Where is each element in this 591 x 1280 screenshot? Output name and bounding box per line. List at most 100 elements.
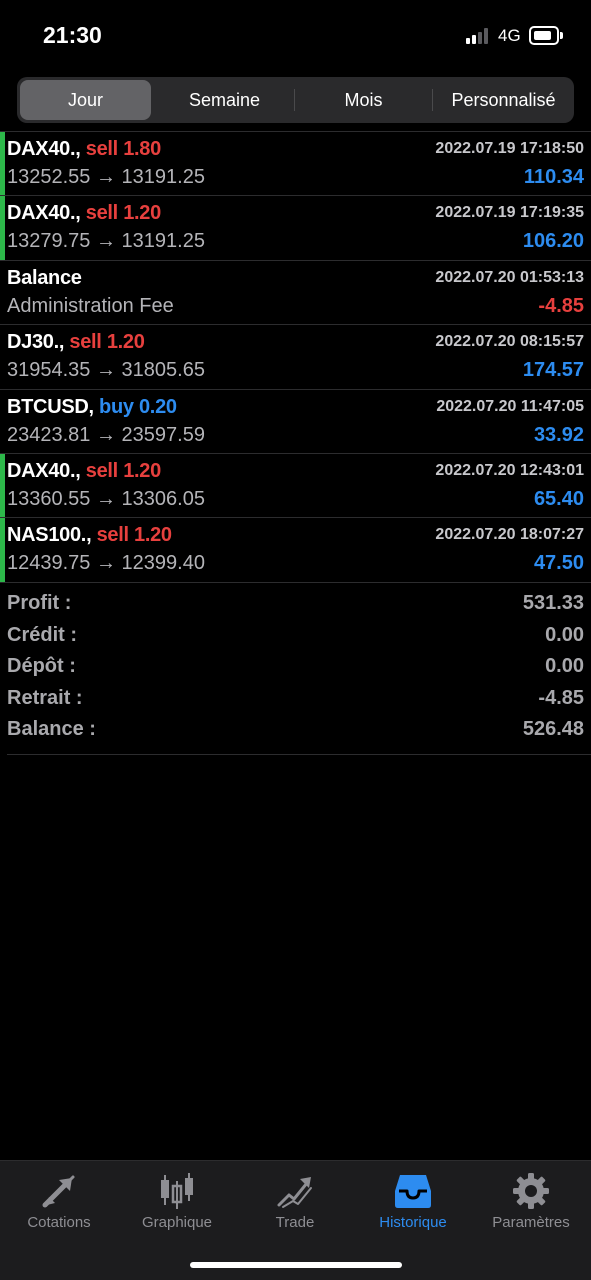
- deal-symbol-line: BTCUSD, buy 0.20: [7, 396, 177, 419]
- symbol-separator: ,: [75, 459, 86, 482]
- tab-cotations[interactable]: Cotations: [0, 1161, 118, 1241]
- deal-symbol-line: Balance: [7, 267, 82, 290]
- deal-symbol-line: DAX40., sell 1.20: [7, 202, 161, 225]
- tab-historique[interactable]: Historique: [354, 1161, 472, 1241]
- tab-personnalise[interactable]: Personnalisé: [436, 80, 571, 120]
- deal-row[interactable]: DAX40., sell 1.20 2022.07.20 12:43:01 1336…: [0, 453, 591, 519]
- deal-volume: 1.20: [123, 459, 161, 482]
- summary-value: -4.85: [538, 686, 584, 709]
- segment-divider: [294, 89, 295, 111]
- candlestick-chart-icon: [161, 1173, 193, 1209]
- deal-prices: 13252.55 → 13191.25: [7, 166, 205, 188]
- deal-symbol: Balance: [7, 266, 82, 289]
- deal-time: 2022.07.19 17:19:35: [435, 204, 584, 222]
- deal-profit: 110.34: [523, 166, 584, 188]
- battery-tip: [560, 32, 563, 39]
- deal-profit: 33.92: [533, 423, 584, 446]
- summary-label: Retrait :: [7, 686, 83, 709]
- app-screen: 21:30 4G Jour Semaine Mois Personnalisé …: [0, 0, 591, 1280]
- row-status-marker: [0, 453, 5, 518]
- deal-symbol: BTCUSD: [7, 395, 89, 418]
- deal-prices: 12439.75 → 12399.40: [7, 552, 205, 575]
- home-indicator[interactable]: [190, 1262, 402, 1268]
- tab-graphique[interactable]: Graphique: [118, 1161, 236, 1241]
- deal-volume: 0.20: [138, 395, 177, 418]
- status-bar: 21:30 4G: [0, 0, 591, 70]
- deal-type: buy: [99, 395, 134, 418]
- deal-time: 2022.07.20 08:15:57: [435, 333, 584, 351]
- deal-type: sell: [85, 202, 118, 225]
- tab-label: Paramètres: [492, 1214, 570, 1231]
- history-tray-icon: [395, 1175, 431, 1208]
- deal-row[interactable]: DAX40., sell 1.20 2022.07.19 17:19:35 1327…: [0, 196, 591, 261]
- network-type: 4G: [498, 26, 521, 45]
- tab-label: Trade: [275, 1214, 315, 1231]
- deal-history-list: DAX40., sell 1.80 2022.07.19 17:18:50 1325…: [0, 131, 591, 583]
- row-status-marker: [0, 196, 5, 260]
- deal-type: sell: [96, 524, 129, 547]
- summary-row: Retrait : -4.85: [7, 683, 591, 715]
- deal-prices: Administration Fee: [7, 294, 174, 317]
- deal-symbol-line: DAX40., sell 1.80: [7, 138, 161, 161]
- symbol-separator: ,: [75, 202, 86, 225]
- deal-symbol: NAS100.: [7, 524, 87, 547]
- summary-label: Balance :: [7, 718, 96, 740]
- tab-label: Cotations: [27, 1214, 91, 1231]
- summary-row: Profit : 531.33: [7, 588, 591, 620]
- trade-trend-icon: [277, 1177, 312, 1208]
- deal-row[interactable]: DAX40., sell 1.80 2022.07.19 17:18:50 1325…: [0, 132, 591, 197]
- deal-volume: 1.20: [123, 202, 161, 225]
- tab-parametres[interactable]: Paramètres: [472, 1161, 590, 1241]
- period-segmented-control: Jour Semaine Mois Personnalisé: [17, 77, 574, 123]
- deal-symbol: DJ30.: [7, 331, 59, 354]
- deal-profit: 47.50: [533, 552, 584, 575]
- deal-symbol: DAX40.: [7, 459, 76, 482]
- deal-row[interactable]: NAS100., sell 1.20 2022.07.20 18:07:27 124…: [0, 518, 591, 583]
- deal-prices: 31954.35 → 31805.65: [7, 359, 205, 382]
- summary-row: Dépôt : 0.00: [7, 651, 591, 683]
- deal-symbol-line: DJ30., sell 1.20: [7, 331, 145, 354]
- row-status-marker: [0, 518, 5, 582]
- tab-label: Graphique: [141, 1214, 213, 1231]
- summary-value: 531.33: [522, 592, 584, 614]
- summary-value: 0.00: [545, 623, 584, 646]
- row-status-marker: [0, 132, 5, 196]
- deal-prices: 13360.55 → 13306.05: [7, 487, 205, 510]
- deal-time: 2022.07.20 12:43:01: [435, 461, 584, 479]
- deal-profit: 65.40: [533, 487, 584, 510]
- deal-type: sell: [69, 331, 102, 354]
- tab-jour[interactable]: Jour: [20, 80, 151, 120]
- signal-bar: [484, 28, 488, 44]
- quotes-arrows-icon: [42, 1175, 75, 1208]
- tab-mois[interactable]: Mois: [297, 80, 430, 120]
- deal-profit: 106.20: [522, 230, 584, 253]
- deal-symbol: DAX40.: [7, 202, 76, 225]
- deal-time: 2022.07.20 18:07:27: [435, 526, 584, 544]
- deal-time: 2022.07.20 01:53:13: [435, 268, 584, 286]
- deal-row[interactable]: DJ30., sell 1.20 2022.07.20 08:15:57 31954…: [0, 325, 591, 390]
- deal-symbol-line: NAS100., sell 1.20: [7, 524, 172, 547]
- symbol-separator: ,: [58, 331, 70, 354]
- battery-body: [529, 26, 559, 45]
- signal-bar: [466, 38, 470, 44]
- deal-type: sell: [85, 138, 118, 160]
- symbol-separator: ,: [86, 524, 97, 547]
- deal-time: 2022.07.20 11:47:05: [436, 397, 584, 415]
- tab-label: Historique: [379, 1214, 447, 1231]
- battery-fill: [534, 31, 551, 40]
- signal-bar: [472, 35, 476, 44]
- history-summary: Profit : 531.33 Crédit : 0.00 Dépôt : 0.00 Ret…: [7, 588, 591, 755]
- deal-symbol-line: DAX40., sell 1.20: [7, 460, 161, 483]
- segment-divider: [432, 89, 433, 111]
- symbol-separator: ,: [75, 138, 86, 160]
- status-time: 21:30: [43, 22, 102, 48]
- tab-semaine[interactable]: Semaine: [158, 80, 291, 120]
- deal-row[interactable]: BTCUSD, buy 0.20 2022.07.20 11:47:05 23423…: [0, 390, 591, 454]
- deal-volume: 1.80: [123, 138, 161, 160]
- deal-row[interactable]: Balance 2022.07.20 01:53:13 Administration…: [0, 261, 591, 326]
- gear-icon: [513, 1173, 549, 1209]
- summary-value: 0.00: [545, 655, 584, 677]
- tab-trade[interactable]: Trade: [236, 1161, 354, 1241]
- deal-time: 2022.07.19 17:18:50: [435, 140, 584, 157]
- deal-profit: -4.85: [538, 294, 584, 317]
